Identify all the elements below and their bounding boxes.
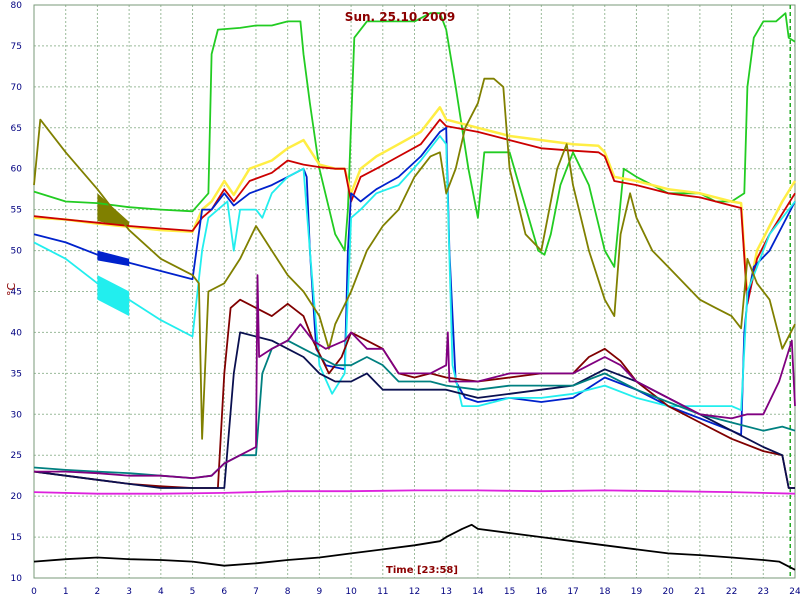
x-tick-label: 2 — [95, 587, 101, 597]
x-tick-label: 15 — [504, 587, 515, 597]
x-tick-label: 5 — [190, 587, 196, 597]
y-tick-label: 70 — [11, 83, 23, 93]
x-tick-label: 8 — [285, 587, 291, 597]
y-tick-label: 15 — [11, 533, 22, 543]
x-tick-label: 21 — [694, 587, 705, 597]
time-label: Time [23:58] — [386, 565, 458, 576]
x-tick-label: 12 — [409, 587, 420, 597]
x-tick-label: 16 — [536, 587, 548, 597]
chart-title: Sun. 25.10.2009 — [345, 10, 455, 24]
y-tick-label: 75 — [11, 42, 22, 52]
x-tick-label: 24 — [789, 587, 800, 597]
x-tick-label: 10 — [345, 587, 357, 597]
x-tick-label: 11 — [377, 587, 388, 597]
y-tick-label: 65 — [11, 124, 22, 134]
temperature-chart: 0 1 2 3 4 5 6 7 8 9 10 11 12 13 14 15 16 17 18 19 20 21 22 23 24… — [0, 0, 800, 600]
x-tick-label: 4 — [158, 587, 164, 597]
x-tick-label: 17 — [567, 587, 578, 597]
y-tick-label: 10 — [11, 574, 23, 584]
x-tick-label: 3 — [126, 587, 132, 597]
x-tick-label: 0 — [31, 587, 37, 597]
y-tick-label: 30 — [11, 410, 23, 420]
x-tick-label: 23 — [758, 587, 769, 597]
y-tick-label: 40 — [11, 328, 23, 338]
x-tick-label: 6 — [221, 587, 227, 597]
x-tick-label: 22 — [726, 587, 737, 597]
y-tick-label: 50 — [11, 247, 23, 257]
x-tick-label: 13 — [440, 587, 451, 597]
x-tick-label: 19 — [631, 587, 643, 597]
x-tick-label: 14 — [472, 587, 484, 597]
x-tick-label: 7 — [253, 587, 259, 597]
y-tick-label: 25 — [11, 451, 22, 461]
y-tick-label: 55 — [11, 206, 22, 216]
y-tick-label: 60 — [11, 165, 23, 175]
x-tick-label: 18 — [599, 587, 611, 597]
x-tick-label: 20 — [662, 587, 674, 597]
y-tick-label: 35 — [11, 369, 22, 379]
x-tick-label: 1 — [63, 587, 69, 597]
y-axis-label: °C — [5, 283, 18, 297]
x-tick-label: 9 — [317, 587, 323, 597]
y-tick-label: 80 — [11, 1, 23, 11]
y-tick-label: 20 — [11, 492, 23, 502]
